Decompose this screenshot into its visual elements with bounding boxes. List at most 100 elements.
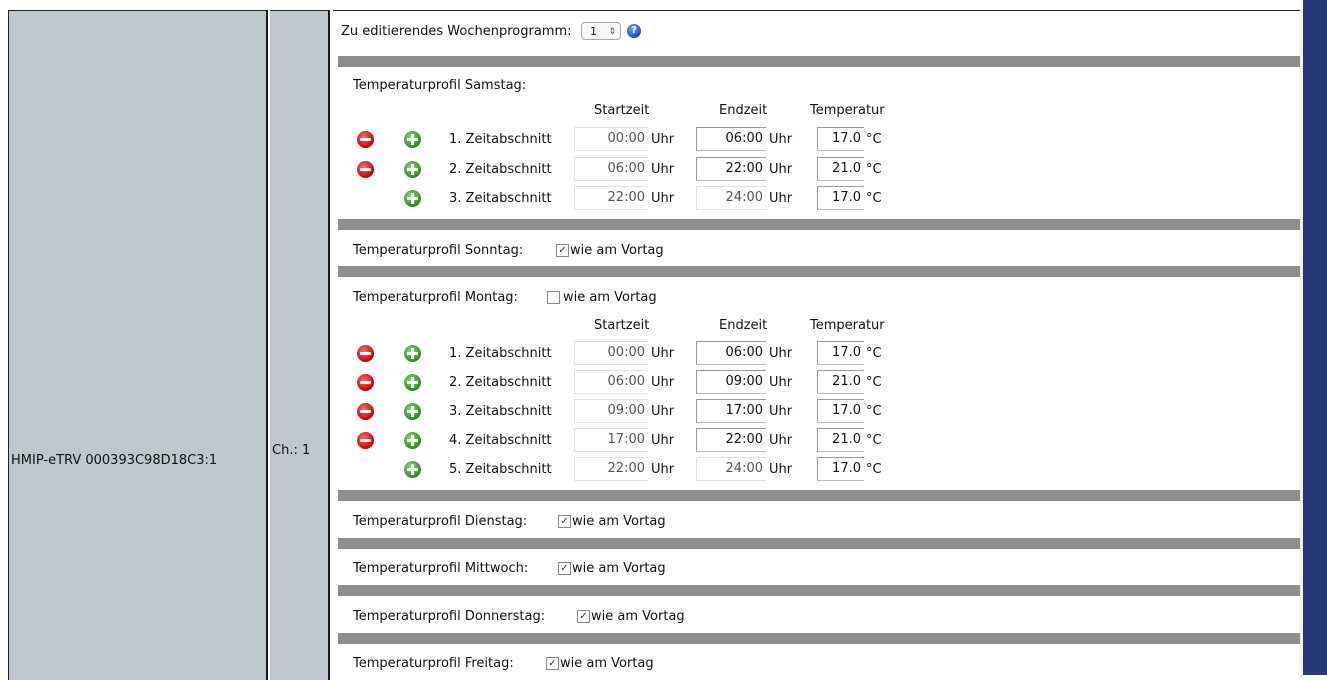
wednesday-same-checkbox[interactable]: ✓ [558,562,571,575]
unit-uhr: Uhr [769,132,793,147]
unit-celsius: °C [866,462,882,477]
unit-uhr: Uhr [651,346,675,361]
add-period-icon[interactable] [404,403,421,420]
column-divider [266,10,268,680]
add-period-icon[interactable] [404,374,421,391]
remove-period-icon[interactable] [357,432,374,449]
unit-uhr: Uhr [769,191,793,206]
monday-same-checkbox[interactable] [547,291,560,304]
unit-uhr: Uhr [651,433,675,448]
header-start: Startzeit [594,318,650,333]
add-period-icon[interactable] [404,461,421,478]
period-name: 2. Zeitabschnitt [449,162,552,177]
end-time-field: 24:00 [696,186,766,210]
remove-period-icon[interactable] [357,403,374,420]
temperature-input[interactable]: 17.0 [817,399,864,423]
period-name: 3. Zeitabschnitt [449,191,552,206]
device-column: HMIP-eTRV 000393C98D18C3:1 [8,10,266,680]
add-period-icon[interactable] [404,161,421,178]
add-period-icon[interactable] [404,432,421,449]
unit-uhr: Uhr [769,404,793,419]
tuesday-same-checkbox[interactable]: ✓ [558,515,571,528]
device-name: HMIP-eTRV 000393C98D18C3:1 [11,453,218,468]
temperature-input[interactable]: 21.0 [817,428,864,452]
unit-celsius: °C [866,346,882,361]
separator [338,219,1300,230]
unit-uhr: Uhr [651,162,675,177]
unit-uhr: Uhr [651,404,675,419]
end-time-input[interactable]: 22:00 [696,428,766,452]
end-time-input[interactable]: 06:00 [696,341,766,365]
header-end: Endzeit [719,318,768,333]
start-time-field: 17:00 [574,428,648,452]
header-start: Startzeit [594,103,650,118]
friday-label: Temperaturprofil Freitag: [353,656,514,671]
help-icon[interactable]: ? [627,24,641,38]
header-end: Endzeit [719,103,768,118]
unit-uhr: Uhr [769,346,793,361]
separator [338,266,1300,277]
header-temp: Temperatur [810,103,885,118]
unit-uhr: Uhr [769,375,793,390]
unit-uhr: Uhr [769,162,793,177]
unit-uhr: Uhr [651,191,675,206]
temperature-input[interactable]: 17.0 [817,457,864,481]
temperature-input[interactable]: 21.0 [817,157,864,181]
channel-column: Ch.: 1 [270,10,328,680]
separator [338,633,1300,644]
stepper-icon: ⇕ [608,27,616,37]
unit-celsius: °C [866,191,882,206]
end-time-input[interactable]: 22:00 [696,157,766,181]
week-program-select[interactable]: 1 ⇕ [581,22,621,40]
start-time-field: 06:00 [574,370,648,394]
start-time-field: 06:00 [574,157,648,181]
separator [338,585,1300,596]
period-name: 1. Zeitabschnitt [449,132,552,147]
period-name: 3. Zeitabschnitt [449,404,552,419]
remove-period-icon[interactable] [357,345,374,362]
saturday-label: Temperaturprofil Samstag: [353,78,527,93]
separator [338,56,1300,67]
wednesday-same-label: wie am Vortag [572,561,666,576]
sunday-same-checkbox[interactable]: ✓ [556,244,569,257]
end-time-input[interactable]: 06:00 [696,127,766,151]
unit-celsius: °C [866,375,882,390]
start-time-field: 22:00 [574,457,648,481]
start-time-field: 22:00 [574,186,648,210]
period-name: 5. Zeitabschnitt [449,462,552,477]
friday-same-checkbox[interactable]: ✓ [546,657,559,670]
thursday-same-checkbox[interactable]: ✓ [577,610,590,623]
temperature-input[interactable]: 21.0 [817,370,864,394]
week-program-label: Zu editierendes Wochenprogramm: [341,24,572,39]
temperature-input[interactable]: 17.0 [817,186,864,210]
add-period-icon[interactable] [404,345,421,362]
start-time-field: 09:00 [574,399,648,423]
sunday-label: Temperaturprofil Sonntag: [353,243,524,258]
scroll-area [1303,0,1327,675]
remove-period-icon[interactable] [357,161,374,178]
end-time-input[interactable]: 17:00 [696,399,766,423]
period-name: 2. Zeitabschnitt [449,375,552,390]
add-period-icon[interactable] [404,131,421,148]
separator [338,538,1300,549]
monday-label: Temperaturprofil Montag: [353,290,518,305]
friday-same-label: wie am Vortag [560,656,654,671]
start-time-field: 00:00 [574,341,648,365]
start-time-field: 00:00 [574,127,648,151]
unit-uhr: Uhr [651,375,675,390]
week-program-value: 1 [590,25,597,38]
separator [338,490,1300,501]
remove-period-icon[interactable] [357,131,374,148]
remove-period-icon[interactable] [357,374,374,391]
channel-name: Ch.: 1 [272,443,311,458]
period-name: 4. Zeitabschnitt [449,433,552,448]
sunday-same-label: wie am Vortag [570,243,664,258]
add-period-icon[interactable] [404,190,421,207]
header-temp: Temperatur [810,318,885,333]
unit-uhr: Uhr [769,433,793,448]
temperature-input[interactable]: 17.0 [817,341,864,365]
tuesday-same-label: wie am Vortag [572,514,666,529]
end-time-input[interactable]: 09:00 [696,370,766,394]
tuesday-label: Temperaturprofil Dienstag: [353,514,528,529]
temperature-input[interactable]: 17.0 [817,127,864,151]
